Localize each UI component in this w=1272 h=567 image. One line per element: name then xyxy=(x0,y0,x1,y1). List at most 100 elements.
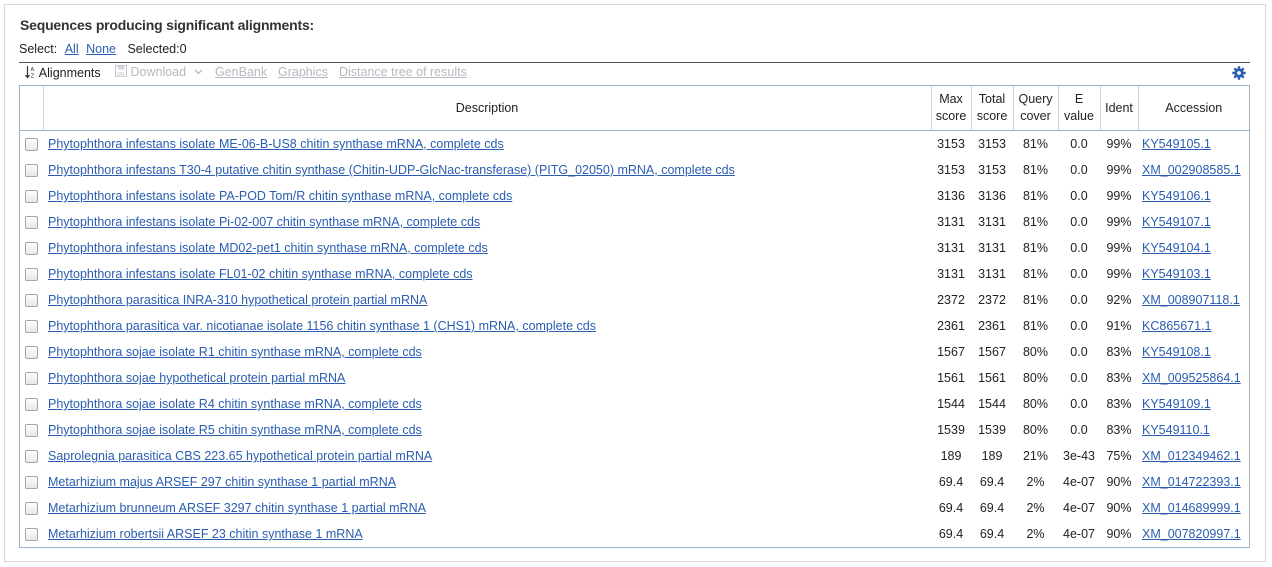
row-checkbox[interactable] xyxy=(25,476,38,490)
max-score-cell: 1539 xyxy=(937,423,965,437)
row-checkbox[interactable] xyxy=(25,398,38,412)
accession-link[interactable]: XM_009525864.1 xyxy=(1142,371,1241,385)
max-score-cell: 2372 xyxy=(937,293,965,307)
accession-link[interactable]: KY549106.1 xyxy=(1142,189,1211,203)
row-checkbox-cell xyxy=(20,235,43,261)
graphics-link[interactable]: Graphics xyxy=(278,65,328,79)
alignments-button[interactable]: A Z Alignments xyxy=(25,65,101,80)
description-link[interactable]: Phytophthora infestans T30-4 putative ch… xyxy=(48,163,735,177)
description-cell: Phytophthora sojae isolate R5 chitin syn… xyxy=(43,417,931,443)
accession-link[interactable]: KY549105.1 xyxy=(1142,137,1211,151)
e-value-cell: 0.0 xyxy=(1070,189,1088,203)
total-score-cell: 1544 xyxy=(978,397,1006,411)
description-link[interactable]: Phytophthora infestans isolate MD02-pet1… xyxy=(48,241,488,255)
row-checkbox-cell xyxy=(20,313,43,339)
description-link[interactable]: Phytophthora sojae hypothetical protein … xyxy=(48,371,345,385)
genbank-link[interactable]: GenBank xyxy=(215,65,267,79)
query-cover-cell: 81% xyxy=(1022,215,1049,229)
description-cell: Phytophthora infestans isolate PA-POD To… xyxy=(43,183,931,209)
row-checkbox[interactable] xyxy=(25,450,38,464)
accession-link[interactable]: XM_014722393.1 xyxy=(1142,475,1241,489)
select-bar: Select: All None Selected:0 xyxy=(19,42,187,56)
total-score-column-header[interactable]: Total score xyxy=(970,86,1013,131)
row-checkbox[interactable] xyxy=(25,528,38,542)
accession-column-header[interactable]: Accession xyxy=(1137,86,1249,131)
query-cover-cell: 80% xyxy=(1022,423,1049,437)
total-score-cell: 3153 xyxy=(978,137,1006,151)
table-row: Phytophthora infestans isolate PA-POD To… xyxy=(20,183,1249,209)
description-link[interactable]: Phytophthora infestans isolate PA-POD To… xyxy=(48,189,512,203)
ident-cell: 92% xyxy=(1106,293,1132,307)
description-link[interactable]: Metarhizium robertsii ARSEF 23 chitin sy… xyxy=(48,527,363,541)
accession-link[interactable]: KY549107.1 xyxy=(1142,215,1211,229)
description-cell: Phytophthora parasitica var. nicotianae … xyxy=(43,313,931,339)
description-link[interactable]: Phytophthora parasitica INRA-310 hypothe… xyxy=(48,293,427,307)
accession-link[interactable]: KC865671.1 xyxy=(1142,319,1212,333)
selected-count: Selected:0 xyxy=(127,42,187,56)
accession-link[interactable]: KY549104.1 xyxy=(1142,241,1211,255)
accession-link[interactable]: KY549103.1 xyxy=(1142,267,1211,281)
ident-cell: 99% xyxy=(1106,137,1132,151)
description-cell: Phytophthora infestans isolate FL01-02 c… xyxy=(43,261,931,287)
row-checkbox[interactable] xyxy=(25,216,38,230)
row-checkbox[interactable] xyxy=(25,190,38,204)
max-score-column-header[interactable]: Max score xyxy=(930,86,971,131)
download-label: Download xyxy=(130,65,187,79)
table-row: Phytophthora infestans isolate FL01-02 c… xyxy=(20,261,1249,287)
description-link[interactable]: Phytophthora sojae isolate R1 chitin syn… xyxy=(48,345,422,359)
max-score-cell: 3131 xyxy=(937,241,965,255)
row-checkbox[interactable] xyxy=(25,268,38,282)
accession-cell: XM_014722393.1 xyxy=(1138,469,1249,495)
row-checkbox-cell xyxy=(20,157,43,183)
accession-link[interactable]: KY549110.1 xyxy=(1142,423,1210,437)
gear-icon[interactable] xyxy=(1232,66,1246,83)
table-row: Phytophthora sojae hypothetical protein … xyxy=(20,365,1249,391)
description-cell: Phytophthora sojae isolate R1 chitin syn… xyxy=(43,339,931,365)
total-score-cell: 3131 xyxy=(978,241,1006,255)
description-link[interactable]: Metarhizium brunneum ARSEF 3297 chitin s… xyxy=(48,501,426,515)
ident-cell: 83% xyxy=(1106,423,1132,437)
description-link[interactable]: Phytophthora infestans isolate ME-06-B-U… xyxy=(48,137,504,151)
accession-link[interactable]: XM_014689999.1 xyxy=(1142,501,1241,515)
row-checkbox[interactable] xyxy=(25,320,38,334)
accession-link[interactable]: KY549109.1 xyxy=(1142,397,1211,411)
ident-cell: 99% xyxy=(1106,215,1132,229)
accession-link[interactable]: XM_012349462.1 xyxy=(1142,449,1241,463)
row-checkbox[interactable] xyxy=(25,164,38,178)
row-checkbox[interactable] xyxy=(25,372,38,386)
distance-tree-link[interactable]: Distance tree of results xyxy=(339,65,467,79)
description-link[interactable]: Phytophthora infestans isolate FL01-02 c… xyxy=(48,267,473,281)
description-link[interactable]: Saprolegnia parasitica CBS 223.65 hypoth… xyxy=(48,449,432,463)
e-value-cell: 0.0 xyxy=(1070,137,1088,151)
accession-link[interactable]: XM_002908585.1 xyxy=(1142,163,1241,177)
row-checkbox[interactable] xyxy=(25,138,38,152)
e-value-cell: 0.0 xyxy=(1070,215,1088,229)
accession-link[interactable]: KY549108.1 xyxy=(1142,345,1211,359)
row-checkbox-cell xyxy=(20,131,43,158)
description-link[interactable]: Phytophthora infestans isolate Pi-02-007… xyxy=(48,215,480,229)
accession-link[interactable]: XM_008907118.1 xyxy=(1142,293,1240,307)
accession-cell: KY549107.1 xyxy=(1138,209,1249,235)
description-link[interactable]: Phytophthora sojae isolate R5 chitin syn… xyxy=(48,423,422,437)
select-all-link[interactable]: All xyxy=(65,42,79,56)
ident-column-header[interactable]: Ident xyxy=(1099,86,1138,131)
ident-cell: 91% xyxy=(1106,319,1132,333)
row-checkbox[interactable] xyxy=(25,502,38,516)
e-value-cell: 0.0 xyxy=(1070,345,1088,359)
row-checkbox[interactable] xyxy=(25,242,38,256)
description-link[interactable]: Phytophthora parasitica var. nicotianae … xyxy=(48,319,596,333)
max-score-cell: 3131 xyxy=(937,267,965,281)
row-checkbox[interactable] xyxy=(25,424,38,438)
download-button[interactable]: Download xyxy=(115,65,203,79)
e-value-column-header[interactable]: Evalue xyxy=(1057,86,1100,131)
select-none-link[interactable]: None xyxy=(86,42,116,56)
description-column-header[interactable]: Description xyxy=(42,86,931,131)
query-cover-column-header[interactable]: Query cover xyxy=(1012,86,1058,131)
description-link[interactable]: Metarhizium majus ARSEF 297 chitin synth… xyxy=(48,475,396,489)
accession-link[interactable]: XM_007820997.1 xyxy=(1142,527,1241,541)
row-checkbox[interactable] xyxy=(25,294,38,308)
table-row: Metarhizium majus ARSEF 297 chitin synth… xyxy=(20,469,1249,495)
query-cover-cell: 80% xyxy=(1022,371,1049,385)
description-link[interactable]: Phytophthora sojae isolate R4 chitin syn… xyxy=(48,397,422,411)
row-checkbox[interactable] xyxy=(25,346,38,360)
